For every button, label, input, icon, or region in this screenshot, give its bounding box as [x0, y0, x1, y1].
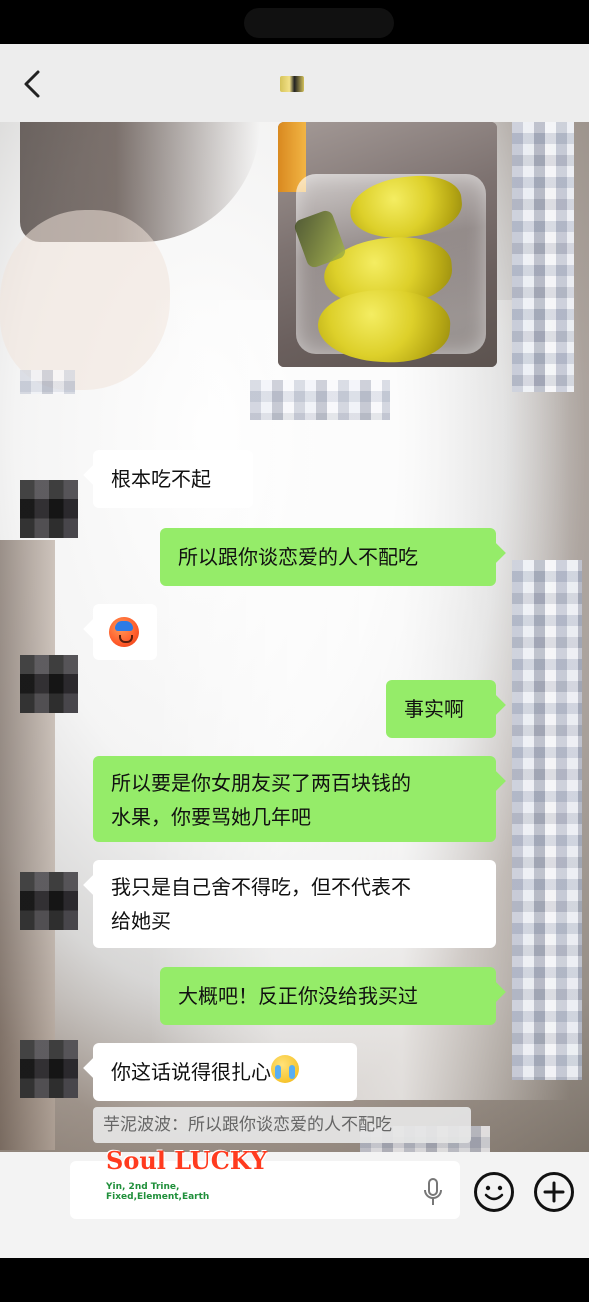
plus-icon[interactable] — [534, 1172, 574, 1212]
message-text-line: 水果，你要骂她几年吧 — [111, 805, 311, 829]
message-text-line: 给她买 — [111, 909, 171, 933]
message-text: 所以跟你谈恋爱的人不配吃 — [178, 545, 418, 569]
quoted-message-text: 芋泥波波：所以跟你谈恋爱的人不配吃 — [103, 1115, 392, 1135]
message-bubble-received[interactable]: 根本吃不起 — [93, 450, 253, 508]
message-text: 事实啊 — [404, 697, 464, 721]
privacy-mosaic-left — [20, 370, 75, 394]
message-bubble-sent[interactable]: 所以跟你谈恋爱的人不配吃 — [160, 528, 496, 586]
message-text: 大概吧！反正你没给我买过 — [178, 984, 418, 1008]
chat-title-avatar — [280, 76, 304, 92]
message-bubble-received[interactable]: 我只是自己舍不得吃，但不代表不 给她买 — [93, 860, 496, 948]
message-bubble-sent[interactable]: 所以要是你女朋友买了两百块钱的 水果，你要骂她几年吧 — [93, 756, 496, 842]
privacy-mosaic-center — [250, 380, 390, 420]
message-bubble-received[interactable]: 你这话说得很扎心 — [93, 1043, 357, 1101]
system-navigation-bar — [0, 1258, 589, 1302]
message-bubble-sent[interactable]: 大概吧！反正你没给我买过 — [160, 967, 496, 1025]
privacy-mosaic-top-right — [512, 122, 574, 392]
emoji-icon[interactable] — [474, 1172, 514, 1212]
quoted-message[interactable]: 芋泥波波：所以跟你谈恋爱的人不配吃 — [93, 1107, 471, 1143]
contact-avatar[interactable] — [20, 480, 78, 538]
contact-avatar[interactable] — [20, 872, 78, 930]
contact-avatar[interactable] — [20, 1040, 78, 1098]
status-notch — [244, 8, 394, 38]
message-text: 你这话说得很扎心 — [111, 1060, 271, 1084]
background-arm — [0, 210, 170, 390]
flushed-sweat-emoji-icon — [109, 617, 139, 647]
message-bubble-sent[interactable]: 事实啊 — [386, 680, 496, 738]
watermark-subtitle: Yin, 2nd Trine, Fixed,Element,Earth — [106, 1182, 210, 1202]
mic-icon[interactable] — [420, 1177, 446, 1207]
watermark-title: Soul LUCKY — [106, 1146, 268, 1175]
message-text-line: 所以要是你女朋友买了两百块钱的 — [111, 771, 411, 795]
privacy-mosaic-right — [512, 560, 582, 1080]
message-bubble-received[interactable] — [93, 604, 157, 660]
crying-face-emoji-icon — [271, 1055, 299, 1083]
message-text-line: 我只是自己舍不得吃，但不代表不 — [111, 875, 411, 899]
chevron-left-icon[interactable] — [18, 64, 48, 104]
contact-avatar[interactable] — [20, 655, 78, 713]
shared-food-image[interactable] — [278, 122, 497, 367]
message-text: 根本吃不起 — [111, 467, 211, 491]
